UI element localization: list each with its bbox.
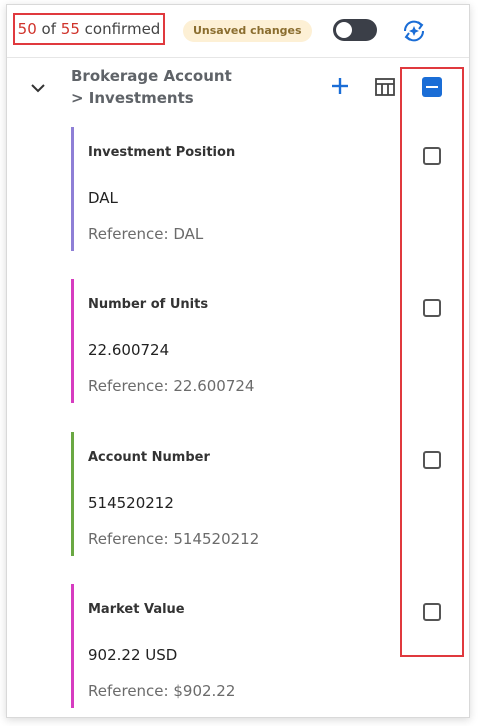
confirmed-label: confirmed (84, 20, 161, 38)
field-label: Market Value (88, 602, 185, 617)
field-label: Investment Position (88, 145, 236, 160)
group-title: Brokerage Account > Investments (71, 65, 232, 109)
group-title-section: > Investments (71, 89, 194, 107)
field-account-number[interactable]: Account Number 514520212 Reference: 5145… (71, 432, 394, 556)
group-title-account: Brokerage Account (71, 67, 232, 85)
field-reference: Reference: $902.22 (88, 682, 236, 700)
checkbox-column-highlight (400, 67, 464, 657)
panel-header: 50 of 55 confirmed Unsaved changes (7, 5, 469, 58)
total-count: 55 (60, 20, 80, 38)
confirmed-count: 50 (17, 20, 37, 38)
field-investment-position[interactable]: Investment Position DAL Reference: DAL (71, 127, 394, 251)
chevron-down-icon[interactable] (27, 77, 49, 99)
field-reference: Reference: DAL (88, 225, 204, 243)
field-reference: Reference: 22.600724 (88, 377, 255, 395)
field-value: 902.22 USD (88, 646, 178, 664)
confirmed-counter: 50 of 55 confirmed (13, 13, 165, 45)
toggle-knob (336, 22, 352, 38)
field-reference: Reference: 514520212 (88, 530, 260, 548)
field-market-value[interactable]: Market Value 902.22 USD Reference: $902.… (71, 584, 394, 708)
of-text: of (41, 20, 57, 38)
field-value: 22.600724 (88, 341, 170, 359)
field-value: DAL (88, 189, 118, 207)
field-number-of-units[interactable]: Number of Units 22.600724 Reference: 22.… (71, 279, 394, 403)
table-icon[interactable] (373, 75, 397, 99)
field-value: 514520212 (88, 494, 174, 512)
plus-icon[interactable] (329, 75, 351, 97)
field-label: Account Number (88, 450, 210, 465)
review-panel: 50 of 55 confirmed Unsaved changes Broke… (6, 4, 470, 718)
view-toggle[interactable] (333, 19, 377, 41)
field-label: Number of Units (88, 297, 209, 312)
unsaved-changes-badge: Unsaved changes (183, 20, 312, 42)
ai-refresh-icon[interactable] (399, 16, 429, 46)
